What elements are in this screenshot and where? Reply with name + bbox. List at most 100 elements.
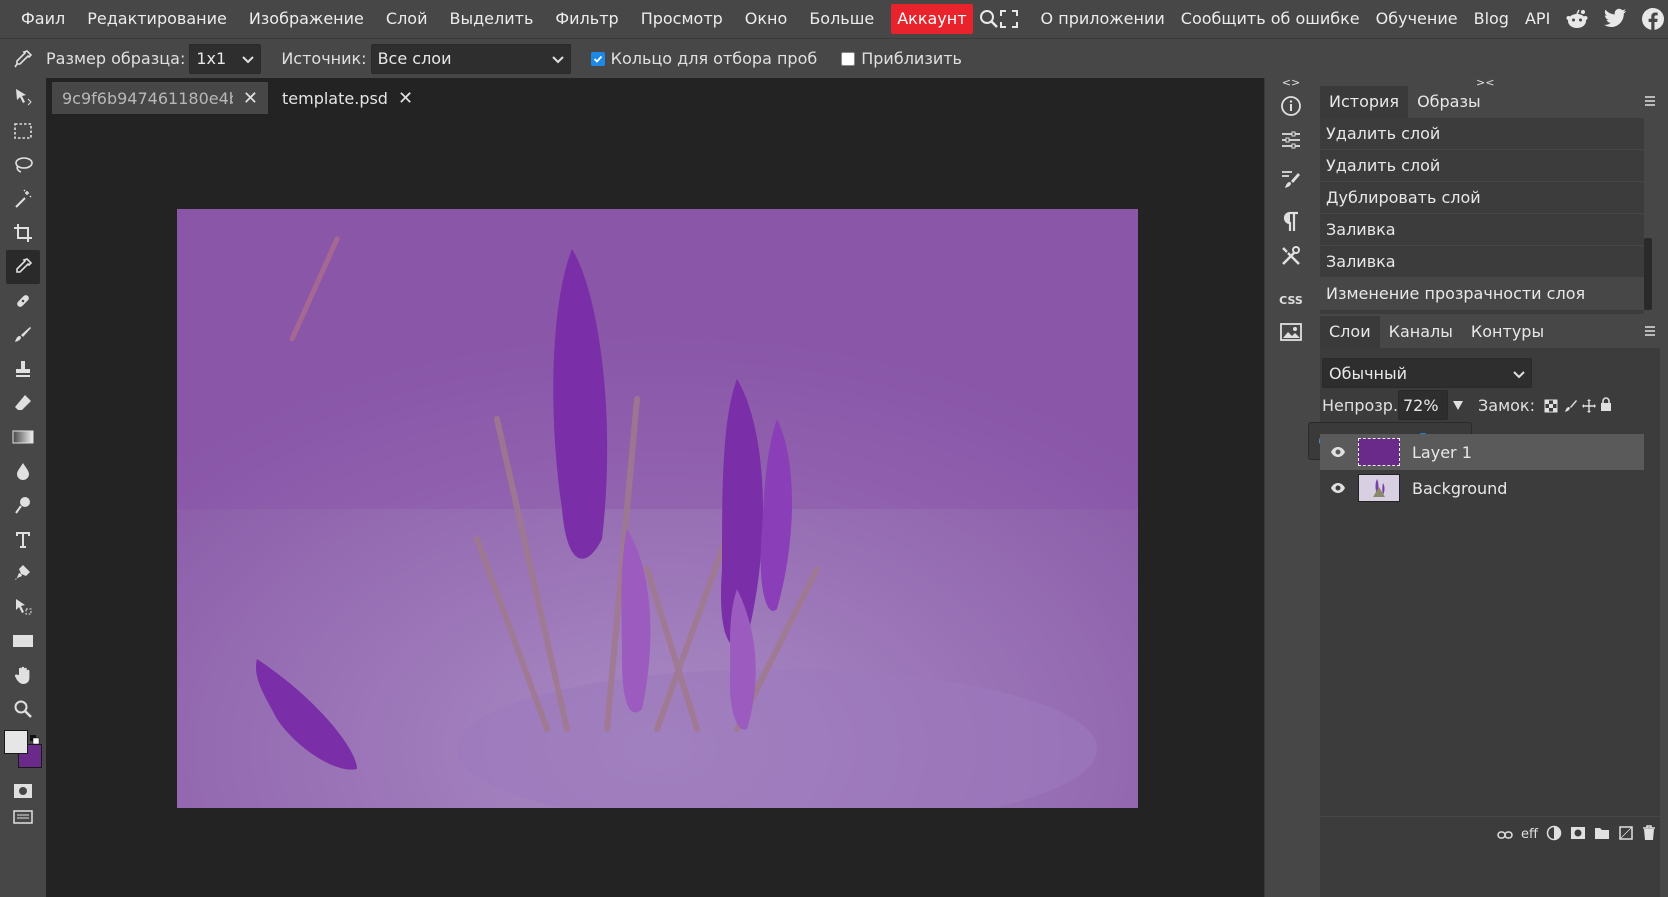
new-layer-icon[interactable] xyxy=(1618,825,1634,845)
tab-document-2[interactable]: template.psd ✕ xyxy=(272,82,423,114)
brush-settings-icon[interactable] xyxy=(1265,162,1317,198)
healing-brush-tool-icon[interactable] xyxy=(6,284,40,318)
history-item[interactable]: Удалить слой xyxy=(1320,118,1644,150)
panel-menu-icon[interactable] xyxy=(1644,92,1656,111)
lasso-tool-icon[interactable] xyxy=(6,148,40,182)
pen-tool-icon[interactable] xyxy=(6,556,40,590)
lock-position-icon[interactable] xyxy=(1582,398,1596,417)
magic-wand-tool-icon[interactable] xyxy=(6,182,40,216)
sample-size-select[interactable]: 1x1 xyxy=(189,43,262,74)
eye-icon[interactable] xyxy=(1324,446,1352,458)
delete-layer-icon[interactable] xyxy=(1642,824,1656,845)
foreground-color-swatch[interactable] xyxy=(4,730,28,754)
tab-paths[interactable]: Контуры xyxy=(1462,316,1553,348)
adjustments-icon[interactable] xyxy=(1265,122,1317,158)
zoom-checkbox[interactable]: Приблизить xyxy=(841,49,966,68)
dodge-tool-icon[interactable] xyxy=(6,488,40,522)
lock-all-icon[interactable] xyxy=(1600,397,1612,416)
blur-tool-icon[interactable] xyxy=(6,454,40,488)
brush-tool-icon[interactable] xyxy=(6,318,40,352)
document-tabs: 9c9f6b947461180e4bdf ✕ template.psd ✕ xyxy=(46,78,1264,118)
lock-pixels-icon[interactable] xyxy=(1564,398,1578,417)
menu-filter[interactable]: Фильтр xyxy=(544,0,629,38)
clone-stamp-tool-icon[interactable] xyxy=(6,352,40,386)
menu-report-bug[interactable]: Сообщить об ошибке xyxy=(1173,0,1368,38)
fullscreen-icon[interactable] xyxy=(999,0,1019,38)
info-icon[interactable] xyxy=(1265,88,1317,124)
menu-api[interactable]: API xyxy=(1517,0,1558,38)
zoom-tool-icon[interactable] xyxy=(6,692,40,726)
layer-mask-icon[interactable] xyxy=(1570,825,1586,844)
menu-window[interactable]: Окно xyxy=(734,0,799,38)
opacity-dropdown-icon[interactable] xyxy=(1452,396,1464,415)
layer-thumbnail xyxy=(1358,438,1400,466)
type-tool-icon[interactable] xyxy=(6,522,40,556)
search-icon[interactable] xyxy=(979,0,999,38)
layer-effects-button[interactable]: eff xyxy=(1521,827,1538,842)
crop-tool-icon[interactable] xyxy=(6,216,40,250)
move-tool-icon[interactable] xyxy=(6,80,40,114)
close-icon[interactable]: ✕ xyxy=(243,88,258,109)
rectangle-tool-icon[interactable] xyxy=(6,624,40,658)
reddit-icon[interactable] xyxy=(1558,0,1596,38)
menu-layer[interactable]: Слой xyxy=(375,0,439,38)
screen-mode-icon[interactable] xyxy=(6,800,40,834)
tab-document-1[interactable]: 9c9f6b947461180e4bdf ✕ xyxy=(52,82,268,114)
css-panel-button[interactable]: CSS xyxy=(1265,282,1317,318)
options-bar: Размер образца: 1x1 Источник: Все слои К… xyxy=(0,38,1668,78)
history-item-current[interactable]: Изменение прозрачности слоя xyxy=(1320,278,1644,310)
menu-learn[interactable]: Обучение xyxy=(1368,0,1466,38)
history-item[interactable]: Дублировать слой xyxy=(1320,182,1644,214)
path-select-tool-icon[interactable] xyxy=(6,590,40,624)
tab-snapshots[interactable]: Образы xyxy=(1408,86,1490,118)
link-layers-icon[interactable] xyxy=(1497,825,1513,844)
history-item[interactable]: Удалить слой xyxy=(1320,150,1644,182)
new-group-icon[interactable] xyxy=(1594,825,1610,844)
image-panel-icon[interactable] xyxy=(1265,314,1317,350)
opacity-label: Непрозр.: xyxy=(1322,396,1404,415)
marquee-tool-icon[interactable] xyxy=(6,114,40,148)
close-icon[interactable]: ✕ xyxy=(398,88,413,109)
source-select[interactable]: Все слои xyxy=(370,43,571,74)
tab-layers[interactable]: Слои xyxy=(1320,316,1380,348)
menu-more[interactable]: Больше xyxy=(798,0,885,38)
history-scrollbar[interactable] xyxy=(1644,238,1652,310)
tab-label: template.psd xyxy=(282,88,388,108)
sampling-ring-checkbox[interactable]: Кольцо для отбора проб xyxy=(590,49,822,68)
layer-row-layer-1[interactable]: Layer 1 xyxy=(1320,434,1644,470)
eye-icon[interactable] xyxy=(1324,482,1352,494)
opacity-input[interactable]: 72% xyxy=(1398,390,1448,420)
tools-settings-icon[interactable] xyxy=(1265,238,1317,274)
eyedropper-tool-icon[interactable] xyxy=(6,250,40,284)
tab-history[interactable]: История xyxy=(1320,86,1409,118)
account-button[interactable]: Аккаунт xyxy=(891,4,973,34)
hand-tool-icon[interactable] xyxy=(6,658,40,692)
lock-transparency-icon[interactable] xyxy=(1544,398,1558,417)
menu-view[interactable]: Просмотр xyxy=(630,0,734,38)
layer-row-background[interactable]: Background xyxy=(1320,470,1644,506)
eraser-tool-icon[interactable] xyxy=(6,386,40,420)
history-item[interactable]: Заливка xyxy=(1320,214,1644,246)
menu-edit[interactable]: Редактирование xyxy=(76,0,238,38)
canvas-area[interactable] xyxy=(46,118,1264,897)
swap-colors-icon[interactable] xyxy=(30,730,40,745)
panel-menu-icon[interactable] xyxy=(1644,322,1656,341)
color-swatches xyxy=(4,730,44,772)
menu-image[interactable]: Изображение xyxy=(238,0,375,38)
source-value: Все слои xyxy=(377,49,452,68)
document-image[interactable] xyxy=(177,209,1138,808)
history-item[interactable]: Заливка xyxy=(1320,246,1644,278)
facebook-icon[interactable] xyxy=(1634,0,1668,38)
blend-mode-select[interactable]: Обычный xyxy=(1322,358,1532,388)
paragraph-icon[interactable] xyxy=(1265,204,1317,240)
menu-about[interactable]: О приложении xyxy=(1033,0,1173,38)
gradient-tool-icon[interactable] xyxy=(6,420,40,454)
opacity-value: 72% xyxy=(1403,395,1439,415)
menu-select[interactable]: Выделить xyxy=(438,0,544,38)
menu-blog[interactable]: Blog xyxy=(1466,0,1517,38)
twitter-icon[interactable] xyxy=(1596,0,1634,38)
sample-size-value: 1x1 xyxy=(196,49,227,68)
menu-file[interactable]: Фаил xyxy=(10,0,76,38)
adjustment-layer-icon[interactable] xyxy=(1546,825,1562,845)
tab-channels[interactable]: Каналы xyxy=(1380,316,1462,348)
